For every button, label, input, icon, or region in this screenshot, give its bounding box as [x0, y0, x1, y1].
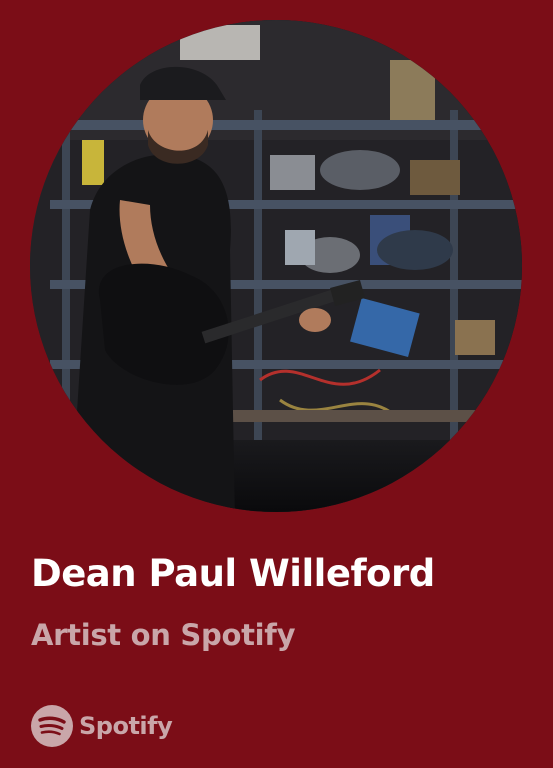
artist-name: Dean Paul Willeford — [31, 552, 435, 595]
spotify-logo-icon — [31, 705, 73, 747]
artist-share-card: Dean Paul Willeford Artist on Spotify Sp… — [0, 0, 553, 768]
spotify-brand: Spotify — [31, 705, 173, 747]
artist-photo — [30, 20, 522, 512]
spotify-wordmark: Spotify — [79, 712, 173, 740]
artist-subtitle: Artist on Spotify — [31, 618, 296, 652]
